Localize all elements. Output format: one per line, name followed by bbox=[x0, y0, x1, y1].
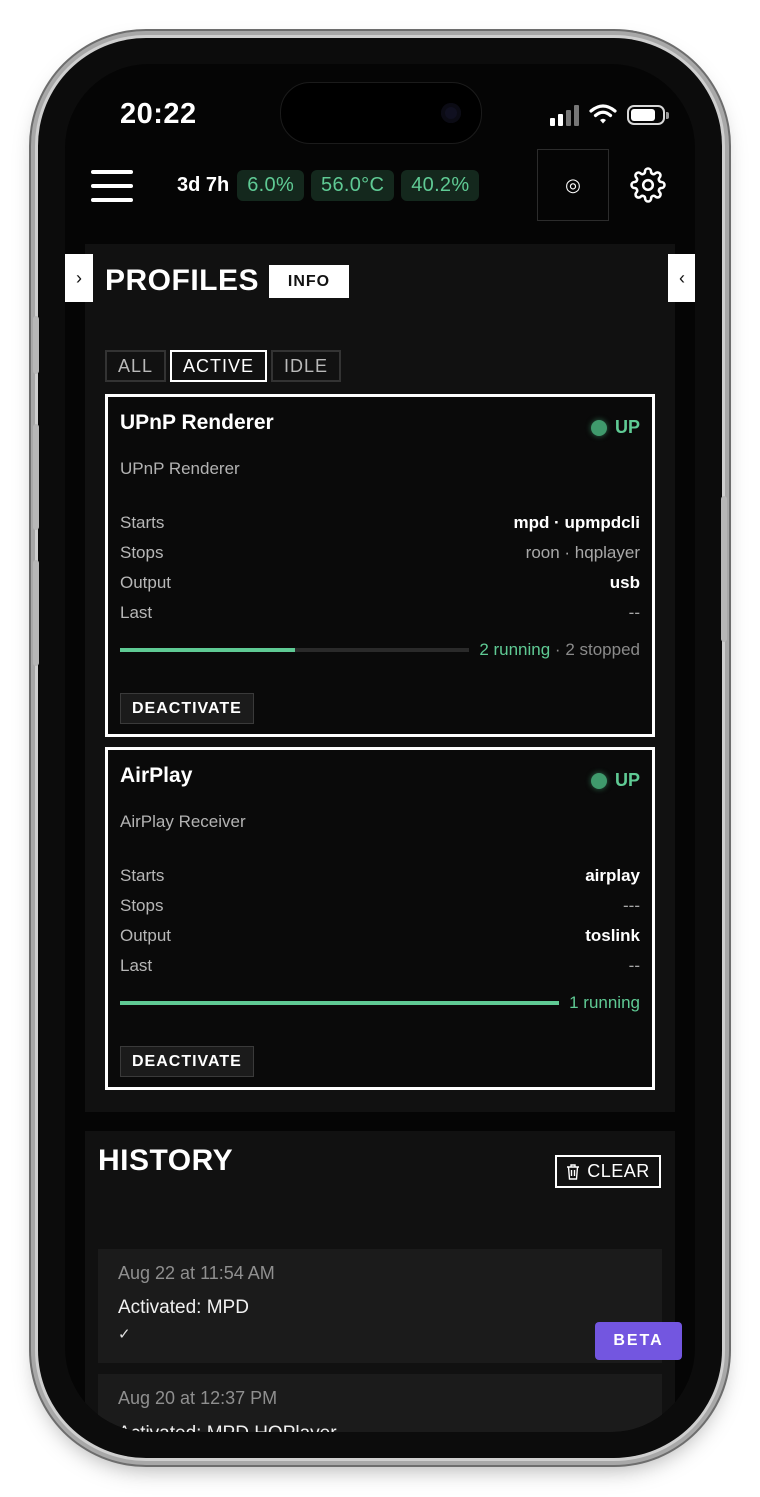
history-item: Aug 22 at 11:54 AM Activated: MPD ✓ bbox=[98, 1249, 662, 1363]
system-stats: 3d 7h 6.0% 56.0°C 40.2% bbox=[177, 170, 480, 201]
info-button[interactable]: INFO bbox=[269, 265, 349, 298]
history-panel: HISTORY CLEAR Aug 22 at 11:54 AM Activat… bbox=[85, 1131, 675, 1432]
deactivate-button[interactable]: DEACTIVATE bbox=[120, 693, 254, 724]
clear-label: CLEAR bbox=[587, 1161, 650, 1181]
history-text: Activated: MPD bbox=[118, 1297, 249, 1318]
history-item: Aug 20 at 12:37 PM Activated: MPD HQPlay… bbox=[98, 1374, 662, 1432]
profile-title: AirPlay bbox=[120, 764, 193, 787]
status-time: 20:22 bbox=[120, 98, 197, 130]
deactivate-button[interactable]: DEACTIVATE bbox=[120, 1046, 254, 1077]
separator: · bbox=[550, 640, 566, 659]
running-count: 1 running bbox=[569, 993, 640, 1012]
filter-idle[interactable]: IDLE bbox=[271, 350, 342, 382]
output-value: usb bbox=[609, 573, 640, 592]
last-row: Last -- bbox=[120, 603, 640, 623]
volume-up-button bbox=[33, 424, 39, 530]
profile-subtitle: UPnP Renderer bbox=[120, 459, 240, 478]
phone-screen: 20:22 3d 7h 6.0% 56.0°C 40.2% ◎ PROFILES… bbox=[65, 64, 695, 1432]
last-key: Last bbox=[120, 603, 153, 622]
last-row: Last -- bbox=[120, 956, 640, 976]
filter-all[interactable]: ALL bbox=[105, 350, 167, 382]
stops-key: Stops bbox=[120, 896, 164, 915]
uptime-value: 3d 7h bbox=[177, 174, 230, 196]
profile-subtitle: AirPlay Receiver bbox=[120, 812, 246, 831]
progress-fill bbox=[120, 648, 295, 652]
stopped-count: 2 stopped bbox=[565, 640, 640, 659]
output-row: Output toslink bbox=[120, 926, 640, 946]
stops-row: Stops roon · hqplayer bbox=[120, 543, 640, 563]
history-date: Aug 22 at 11:54 AM bbox=[118, 1263, 275, 1283]
stops-value: roon · hqplayer bbox=[525, 543, 640, 562]
battery-icon bbox=[627, 105, 669, 125]
starts-value: mpd · upmpdcli bbox=[513, 513, 640, 532]
menu-icon[interactable] bbox=[91, 170, 133, 202]
profile-card-upnp[interactable]: UPnP Renderer UP UPnP Renderer Starts mp… bbox=[105, 394, 655, 737]
service-progress: 2 running · 2 stopped bbox=[120, 640, 640, 660]
profile-title: UPnP Renderer bbox=[120, 411, 274, 434]
collapse-left-button[interactable]: › bbox=[65, 254, 93, 302]
wifi-icon bbox=[589, 104, 617, 124]
starts-row: Starts mpd · upmpdcli bbox=[120, 513, 640, 533]
cpu-chip: 6.0% bbox=[237, 170, 305, 201]
cellular-signal-icon bbox=[550, 104, 579, 126]
status-dot-icon bbox=[590, 772, 607, 789]
profile-card-airplay[interactable]: AirPlay UP AirPlay Receiver Starts airpl… bbox=[105, 747, 655, 1090]
status-label: UP bbox=[614, 417, 640, 437]
dynamic-island bbox=[280, 82, 482, 144]
history-title: HISTORY bbox=[98, 1144, 234, 1177]
starts-row: Starts airplay bbox=[120, 866, 640, 886]
starts-key: Starts bbox=[120, 513, 165, 532]
output-row: Output usb bbox=[120, 573, 640, 593]
temperature-chip: 56.0°C bbox=[311, 170, 395, 201]
filter-active[interactable]: ACTIVE bbox=[170, 350, 268, 382]
profile-filters: ALL ACTIVE IDLE bbox=[105, 350, 342, 382]
status-dot-icon bbox=[590, 419, 607, 436]
collapse-right-button[interactable]: ‹ bbox=[668, 254, 695, 302]
clear-button[interactable]: CLEAR bbox=[555, 1155, 661, 1188]
target-button[interactable]: ◎ bbox=[537, 149, 609, 221]
beta-badge[interactable]: BETA bbox=[595, 1322, 682, 1360]
last-key: Last bbox=[120, 956, 153, 975]
progress-fill bbox=[120, 1001, 560, 1005]
status-icons bbox=[550, 104, 669, 126]
output-key: Output bbox=[120, 926, 172, 945]
memory-chip: 40.2% bbox=[401, 170, 480, 201]
progress-label: 2 running · 2 stopped bbox=[479, 640, 640, 660]
volume-down-button bbox=[33, 560, 39, 666]
progress-track bbox=[120, 1001, 560, 1005]
camera-icon bbox=[441, 103, 461, 123]
power-button bbox=[721, 496, 727, 642]
profiles-title: PROFILES bbox=[105, 264, 260, 297]
status-label: UP bbox=[614, 770, 640, 790]
running-count: 2 running bbox=[479, 640, 551, 659]
starts-key: Starts bbox=[120, 866, 165, 885]
output-key: Output bbox=[120, 573, 172, 592]
history-date: Aug 20 at 12:37 PM bbox=[118, 1388, 278, 1408]
status-badge: UP bbox=[590, 770, 640, 791]
stops-row: Stops --- bbox=[120, 896, 640, 916]
profiles-panel: PROFILES INFO ALL ACTIVE IDLE UPnP Rende… bbox=[85, 244, 675, 1112]
stops-value: --- bbox=[623, 896, 640, 915]
progress-label: 1 running bbox=[569, 993, 640, 1013]
stops-key: Stops bbox=[120, 543, 164, 562]
trash-icon bbox=[567, 1164, 580, 1180]
target-icon: ◎ bbox=[565, 174, 581, 195]
last-value: -- bbox=[628, 603, 640, 622]
action-button bbox=[33, 316, 39, 374]
status-badge: UP bbox=[590, 417, 640, 438]
history-text: Activated: MPD HQPlayer bbox=[118, 1423, 337, 1432]
service-progress: 1 running bbox=[120, 993, 640, 1013]
last-value: -- bbox=[628, 956, 640, 975]
starts-value: airplay bbox=[585, 866, 640, 885]
progress-track bbox=[120, 648, 470, 652]
output-value: toslink bbox=[585, 926, 640, 945]
gear-icon[interactable] bbox=[630, 167, 666, 203]
check-icon: ✓ bbox=[118, 1326, 131, 1343]
